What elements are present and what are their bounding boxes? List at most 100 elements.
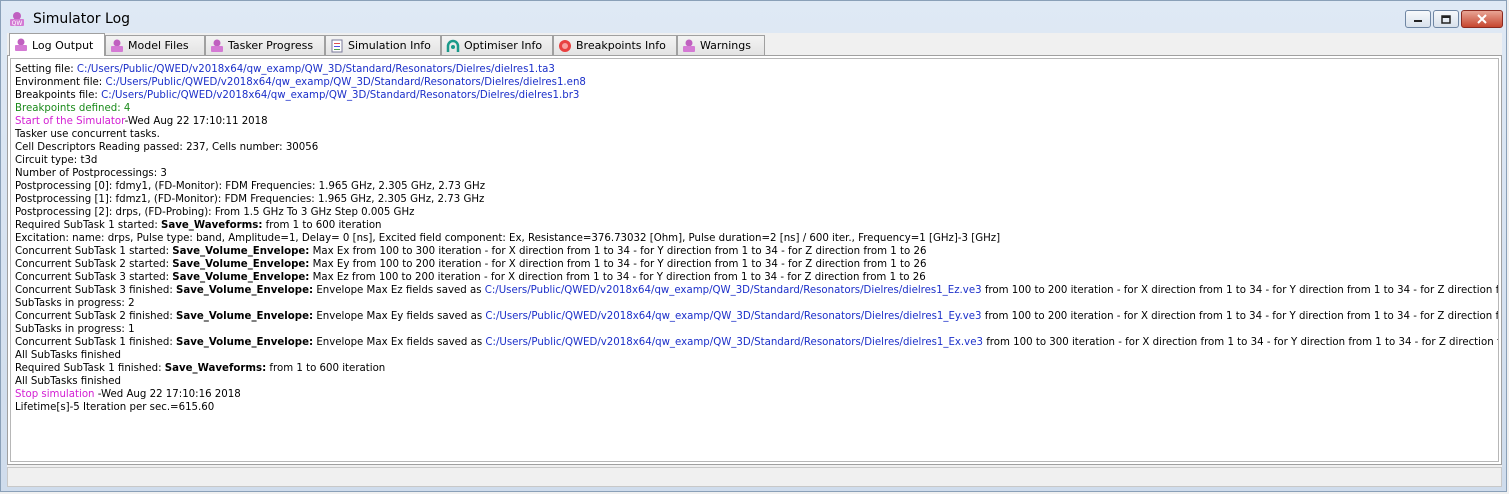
log-text: from 100 to 200 iteration - for X direct… [984, 311, 1499, 322]
tab-label: Model Files [128, 39, 189, 52]
log-line: Lifetime[s]-5 Iteration per sec.=615.60 [15, 402, 215, 413]
log-line: Postprocessing [1]: fdmz1, (FD-Monitor):… [15, 194, 485, 205]
client-area: Log Output Model Files Tasker Progress S… [7, 33, 1502, 487]
log-line: Stop simulation -Wed Aug 22 17:10:16 201… [15, 388, 1494, 401]
log-text: Required SubTask 1 started: [15, 220, 162, 231]
tab-warnings[interactable]: Warnings [677, 35, 765, 55]
maximize-icon [1441, 14, 1451, 24]
log-line: All SubTasks finished [15, 376, 121, 387]
log-line: Breakpoints file: C:/Users/Public/QWED/v… [15, 89, 1494, 102]
close-button[interactable] [1461, 10, 1503, 28]
log-output-panel: Setting file: C:/Users/Public/QWED/v2018… [7, 55, 1502, 465]
tab-simulation-info[interactable]: Simulation Info [325, 35, 441, 55]
log-line: Postprocessing [0]: fdmy1, (FD-Monitor):… [15, 181, 486, 192]
document-icon [331, 39, 343, 52]
tab-label: Tasker Progress [228, 39, 314, 52]
log-line: Start of the Simulator-Wed Aug 22 17:10:… [15, 115, 1494, 128]
tab-label: Log Output [32, 38, 94, 52]
log-line: Cell Descriptors Reading passed: 237, Ce… [15, 142, 319, 153]
log-line: Postprocessing [2]: drps, (FD-Probing): … [15, 207, 415, 218]
svg-text:QW: QW [12, 20, 23, 27]
log-text: Concurrent SubTask 2 finished: [15, 311, 176, 322]
title-bar[interactable]: QW Simulator Log [1, 1, 1506, 33]
log-line: Concurrent SubTask 2 started: Save_Volum… [15, 258, 1494, 271]
log-line: Excitation: name: drps, Pulse type: band… [15, 233, 1001, 244]
task-name: Save_Waveforms: [161, 220, 263, 231]
log-line: Breakpoints defined: 4 [15, 103, 131, 114]
log-line: Concurrent SubTask 3 started: Save_Volum… [15, 271, 1494, 284]
task-name: Save_Volume_Envelope: [176, 285, 314, 296]
log-text: from 1 to 600 iteration [266, 363, 386, 374]
log-text: Concurrent SubTask 1 finished: [15, 337, 176, 348]
status-bar [7, 467, 1502, 487]
qw-logo-icon: QW [10, 12, 24, 27]
log-line: All SubTasks finished [15, 350, 121, 361]
tab-breakpoints-info[interactable]: Breakpoints Info [553, 35, 677, 55]
log-line: Required SubTask 1 started: Save_Wavefor… [15, 219, 1494, 232]
log-text: from 100 to 200 iteration - for X direct… [984, 285, 1499, 296]
qw-logo-icon [683, 39, 695, 52]
task-name: Save_Volume_Envelope: [176, 337, 314, 348]
maximize-button[interactable] [1433, 10, 1459, 28]
task-name: Save_Waveforms: [164, 363, 267, 374]
log-text: Concurrent SubTask 2 started: [15, 259, 173, 270]
log-line: SubTasks in progress: 2 [15, 298, 135, 309]
log-text: Breakpoints file: [15, 90, 102, 101]
log-text-area[interactable]: Setting file: C:/Users/Public/QWED/v2018… [10, 58, 1499, 462]
log-text: Setting file: [15, 64, 77, 75]
log-line: Circuit type: t3d [15, 155, 98, 166]
log-line: Concurrent SubTask 1 finished: Save_Volu… [15, 336, 1498, 349]
qw-logo-icon [211, 39, 223, 52]
log-text: Concurrent SubTask 3 started: [15, 272, 173, 283]
optimiser-icon [446, 39, 460, 52]
minimize-button[interactable] [1405, 10, 1431, 28]
file-path-link: C:/Users/Public/QWED/v2018x64/qw_examp/Q… [484, 285, 982, 296]
log-text: Required SubTask 1 finished: [15, 363, 165, 374]
tab-tasker-progress[interactable]: Tasker Progress [205, 35, 325, 55]
log-line: SubTasks in progress: 1 [15, 324, 135, 335]
qw-logo-icon [15, 38, 27, 51]
tab-model-files[interactable]: Model Files [105, 35, 205, 55]
tab-label: Optimiser Info [464, 39, 543, 52]
simulator-log-window: QW Simulator Log Log Output Model Files … [0, 0, 1507, 492]
log-line: Tasker use concurrent tasks. [15, 129, 160, 140]
log-text: from 100 to 300 iteration - for X direct… [986, 337, 1498, 348]
log-line: Number of Postprocessings: 3 [15, 168, 167, 179]
tab-log-output[interactable]: Log Output [9, 33, 105, 56]
tab-label: Warnings [700, 39, 751, 52]
log-line: Concurrent SubTask 3 finished: Save_Volu… [15, 284, 1498, 297]
minimize-icon [1414, 20, 1422, 22]
task-name: Save_Volume_Envelope: [176, 311, 314, 322]
file-path-link: C:/Users/Public/QWED/v2018x64/qw_examp/Q… [105, 77, 586, 88]
log-line: Concurrent SubTask 2 finished: Save_Volu… [15, 310, 1498, 323]
tab-label: Breakpoints Info [576, 39, 666, 52]
log-text: Envelope Max Ex fields saved as [313, 337, 486, 348]
window-title: Simulator Log [33, 11, 131, 27]
log-line: Environment file: C:/Users/Public/QWED/v… [15, 76, 1494, 89]
log-text: Max Ey from 100 to 200 iteration - for X… [309, 259, 927, 270]
file-path-link: C:/Users/Public/QWED/v2018x64/qw_examp/Q… [101, 90, 580, 101]
qw-logo-icon [111, 39, 123, 52]
log-text: from 1 to 600 iteration [262, 220, 382, 231]
log-line: Concurrent SubTask 1 started: Save_Volum… [15, 245, 1494, 258]
task-name: Save_Volume_Envelope: [172, 272, 310, 283]
file-path-link: C:/Users/Public/QWED/v2018x64/qw_examp/Q… [76, 64, 555, 75]
log-highlight: Stop simulation [15, 389, 98, 400]
task-name: Save_Volume_Envelope: [172, 246, 310, 257]
log-text: Environment file: [15, 77, 106, 88]
log-text: Max Ex from 100 to 300 iteration - for X… [309, 246, 927, 257]
tab-label: Simulation Info [348, 39, 431, 52]
log-line: Setting file: C:/Users/Public/QWED/v2018… [15, 63, 1494, 76]
close-icon [1477, 14, 1487, 24]
tab-bar: Log Output Model Files Tasker Progress S… [7, 33, 1502, 56]
log-text: Envelope Max Ey fields saved as [313, 311, 486, 322]
task-name: Save_Volume_Envelope: [172, 259, 310, 270]
log-text: -Wed Aug 22 17:10:11 2018 [124, 116, 268, 127]
log-line: Required SubTask 1 finished: Save_Wavefo… [15, 362, 1494, 375]
log-text: Envelope Max Ez fields saved as [313, 285, 485, 296]
log-text: Concurrent SubTask 3 finished: [15, 285, 176, 296]
tab-optimiser-info[interactable]: Optimiser Info [441, 35, 553, 55]
log-text: -Wed Aug 22 17:10:16 2018 [97, 389, 241, 400]
log-highlight: Start of the Simulator [15, 116, 125, 127]
log-text: Max Ez from 100 to 200 iteration - for X… [309, 272, 926, 283]
